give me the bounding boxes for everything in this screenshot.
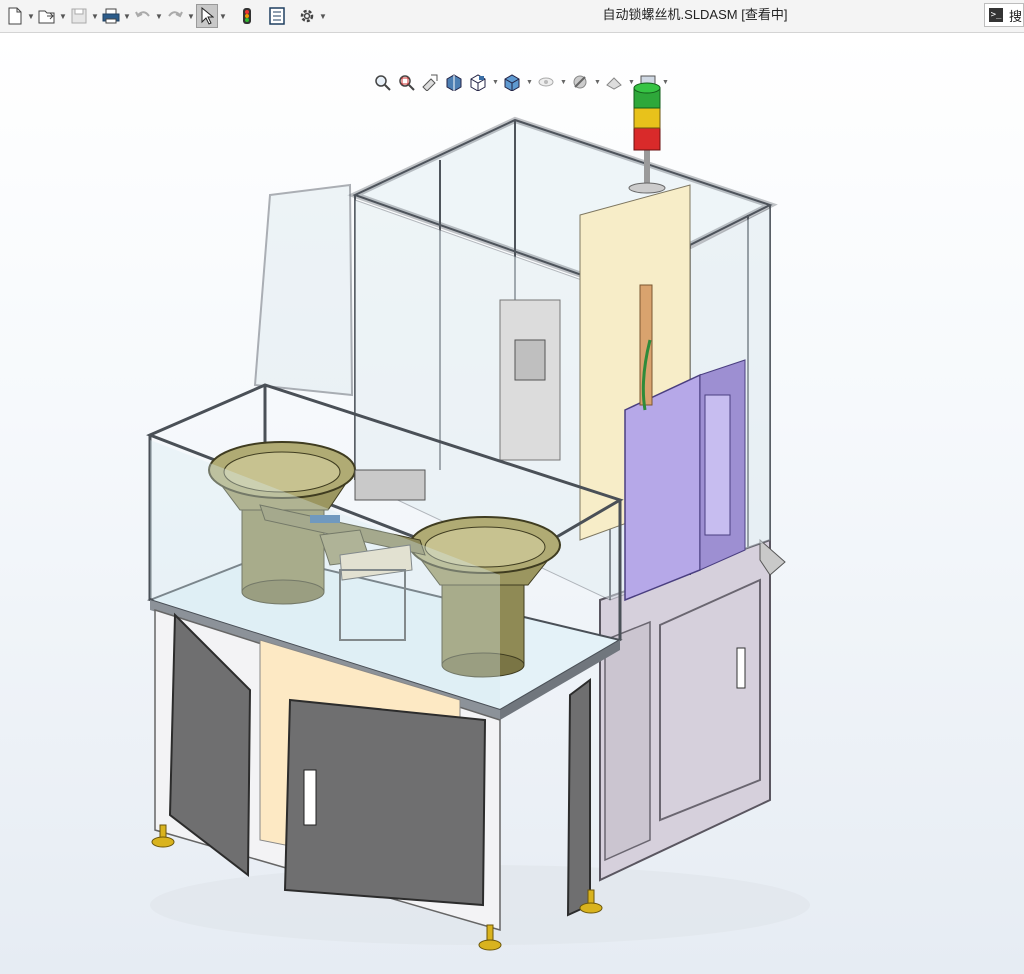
save-icon[interactable] — [68, 4, 90, 28]
redo-icon[interactable] — [164, 4, 186, 28]
screw-locking-machine-3d-model — [146, 82, 810, 951]
search-label: 搜 — [1009, 8, 1023, 24]
select-dropdown-icon[interactable]: ▼ — [218, 4, 228, 28]
new-document-icon[interactable] — [4, 4, 26, 28]
search-commands-box[interactable]: >_ 搜 — [984, 3, 1024, 27]
traffic-light-icon[interactable] — [236, 4, 258, 28]
open-file-icon[interactable] — [36, 4, 58, 28]
redo-dropdown-icon[interactable]: ▼ — [186, 4, 196, 28]
purple-panel — [624, 373, 701, 602]
undo-icon[interactable] — [132, 4, 154, 28]
undo-dropdown-icon[interactable]: ▼ — [154, 4, 164, 28]
right-small-door — [566, 678, 591, 917]
command-prompt-icon: >_ — [989, 8, 1003, 22]
graphics-area[interactable]: ▼ ▼ ▼ ▼ ▼ ▼ — [0, 33, 1024, 974]
print-icon[interactable] — [100, 4, 122, 28]
options-gear-icon[interactable] — [296, 4, 318, 28]
print-dropdown-icon[interactable]: ▼ — [122, 4, 132, 28]
save-dropdown-icon[interactable]: ▼ — [90, 4, 100, 28]
options-dropdown-icon[interactable]: ▼ — [318, 4, 328, 28]
main-toolbar: ▼ ▼ ▼ ▼ ▼ ▼ ▼ ▼ — [0, 0, 1024, 33]
open-file-dropdown-icon[interactable]: ▼ — [58, 4, 68, 28]
file-properties-icon[interactable] — [266, 4, 288, 28]
new-document-dropdown-icon[interactable]: ▼ — [26, 4, 36, 28]
select-cursor-icon[interactable] — [196, 4, 218, 28]
